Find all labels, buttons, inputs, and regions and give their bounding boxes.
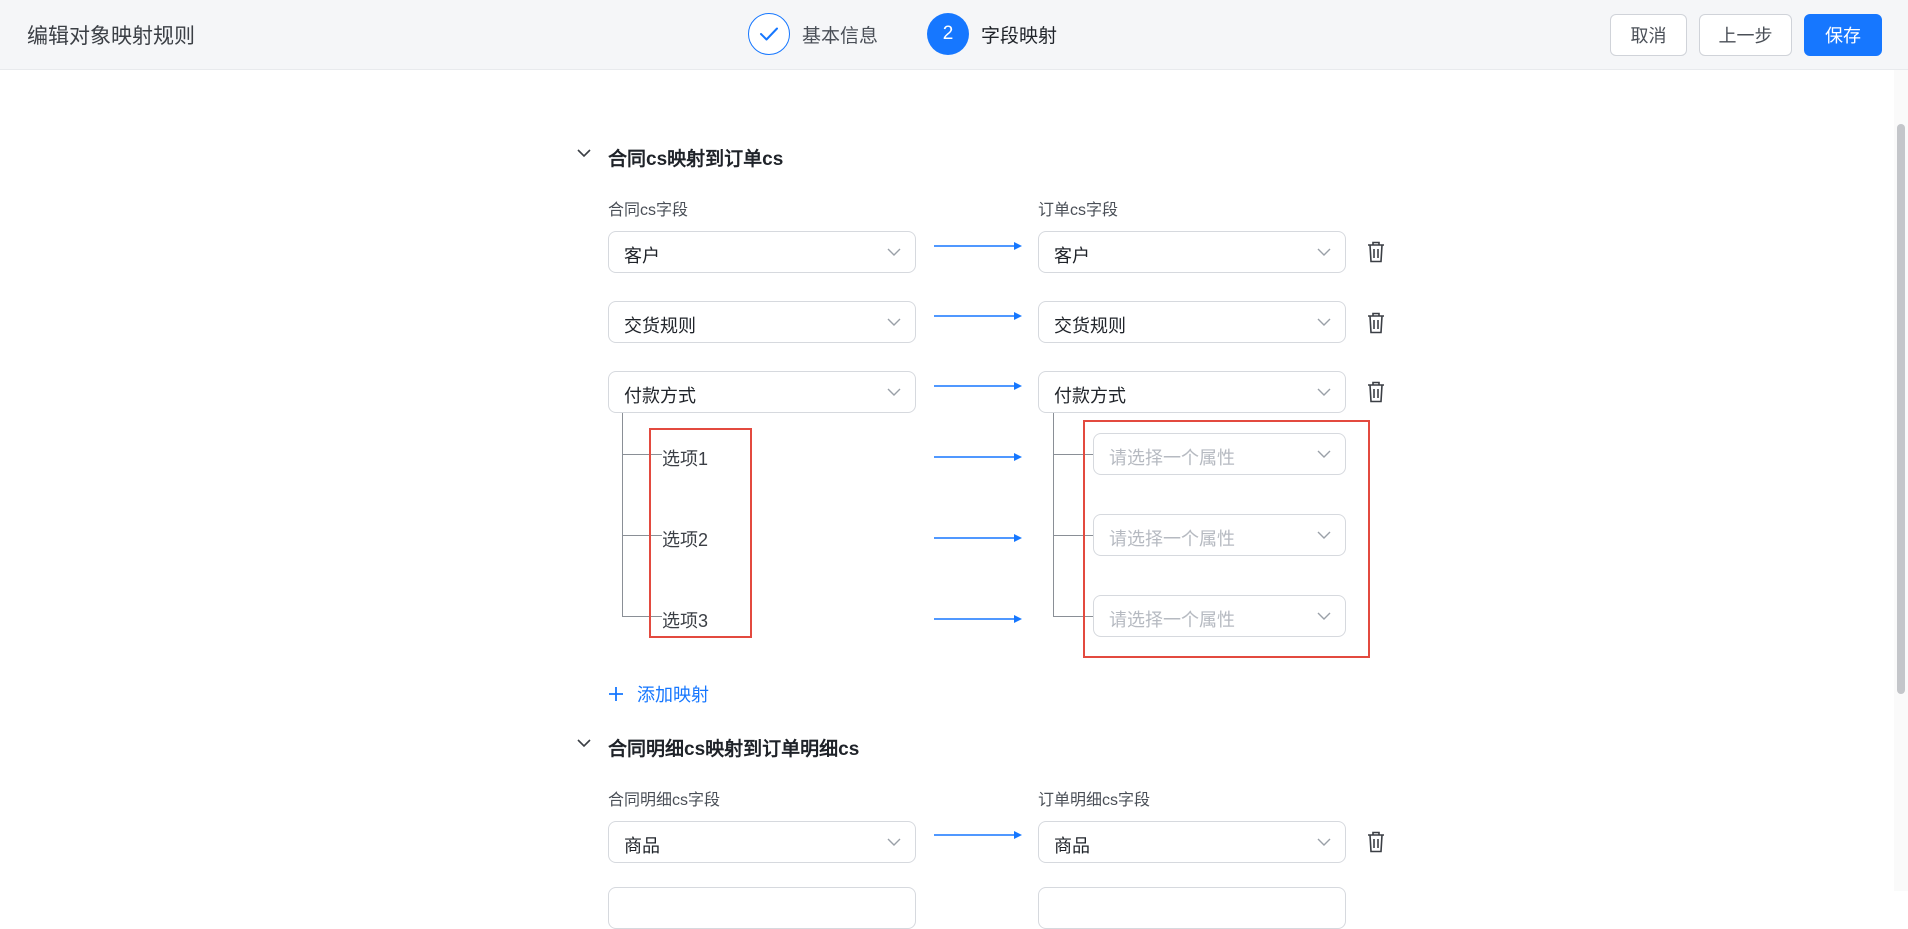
chevron-down-icon[interactable] (576, 145, 592, 161)
source-field-select[interactable]: 商品 (608, 821, 916, 863)
chevron-down-icon (887, 838, 901, 846)
cancel-button[interactable]: 取消 (1610, 14, 1687, 56)
target-field-select[interactable]: 商品 (1038, 821, 1346, 863)
tree-connector (622, 413, 623, 616)
save-button[interactable]: 保存 (1804, 14, 1882, 56)
trash-icon[interactable] (1367, 831, 1385, 853)
select-value: 商品 (624, 836, 660, 856)
section-title: 合同cs映射到订单cs (608, 149, 784, 170)
page-title: 编辑对象映射规则 (27, 25, 195, 48)
target-field-select[interactable]: 客户 (1038, 231, 1346, 273)
target-field-select[interactable] (1038, 887, 1346, 929)
target-field-select[interactable]: 付款方式 (1038, 371, 1346, 413)
highlight-box (649, 428, 752, 638)
top-bar: 编辑对象映射规则 基本信息 2 字段映射 取消 上一步 保存 (0, 0, 1908, 70)
chevron-down-icon (887, 388, 901, 396)
step-label: 字段映射 (981, 25, 1058, 47)
arrow-right-icon (934, 534, 1022, 542)
arrow-right-icon (934, 831, 1022, 839)
arrow-right-icon (934, 312, 1022, 320)
select-value: 付款方式 (624, 386, 696, 406)
chevron-down-icon (1317, 318, 1331, 326)
trash-icon[interactable] (1367, 241, 1385, 263)
add-mapping-label: 添加映射 (637, 685, 709, 705)
chevron-down-icon (1317, 838, 1331, 846)
chevron-down-icon (887, 248, 901, 256)
tree-connector (1053, 413, 1054, 616)
chevron-down-icon (1317, 388, 1331, 396)
source-field-select[interactable] (608, 887, 916, 929)
chevron-down-icon (1317, 248, 1331, 256)
step-label: 基本信息 (802, 25, 879, 47)
target-column-header: 订单cs字段 (1038, 202, 1119, 219)
source-field-select[interactable]: 付款方式 (608, 371, 916, 413)
target-field-select[interactable]: 交货规则 (1038, 301, 1346, 343)
section-title: 合同明细cs映射到订单明细cs (608, 739, 860, 760)
source-field-select[interactable]: 交货规则 (608, 301, 916, 343)
select-value: 交货规则 (624, 316, 696, 336)
select-value: 付款方式 (1054, 386, 1126, 406)
arrow-right-icon (934, 615, 1022, 623)
plus-icon (609, 687, 623, 701)
source-column-header: 合同cs字段 (608, 202, 689, 219)
trash-icon[interactable] (1367, 312, 1385, 334)
select-value: 交货规则 (1054, 316, 1126, 336)
add-mapping-link[interactable]: 添加映射 (608, 681, 709, 707)
check-icon (748, 13, 790, 55)
arrow-right-icon (934, 382, 1022, 390)
scrollbar-thumb[interactable] (1897, 124, 1905, 694)
select-value: 商品 (1054, 836, 1090, 856)
arrow-right-icon (934, 242, 1022, 250)
chevron-down-icon (887, 318, 901, 326)
prev-step-button[interactable]: 上一步 (1699, 14, 1792, 56)
highlight-box (1083, 420, 1370, 658)
source-column-header: 合同明细cs字段 (608, 792, 721, 809)
arrow-right-icon (934, 453, 1022, 461)
select-value: 客户 (624, 246, 660, 266)
chevron-down-icon[interactable] (576, 735, 592, 751)
step-basic-info[interactable]: 基本信息 (748, 13, 878, 55)
step-number: 2 (927, 13, 969, 55)
target-column-header: 订单明细cs字段 (1038, 792, 1151, 809)
trash-icon[interactable] (1367, 381, 1385, 403)
select-value: 客户 (1054, 246, 1090, 266)
source-field-select[interactable]: 客户 (608, 231, 916, 273)
step-field-mapping[interactable]: 2 字段映射 (927, 13, 1057, 55)
